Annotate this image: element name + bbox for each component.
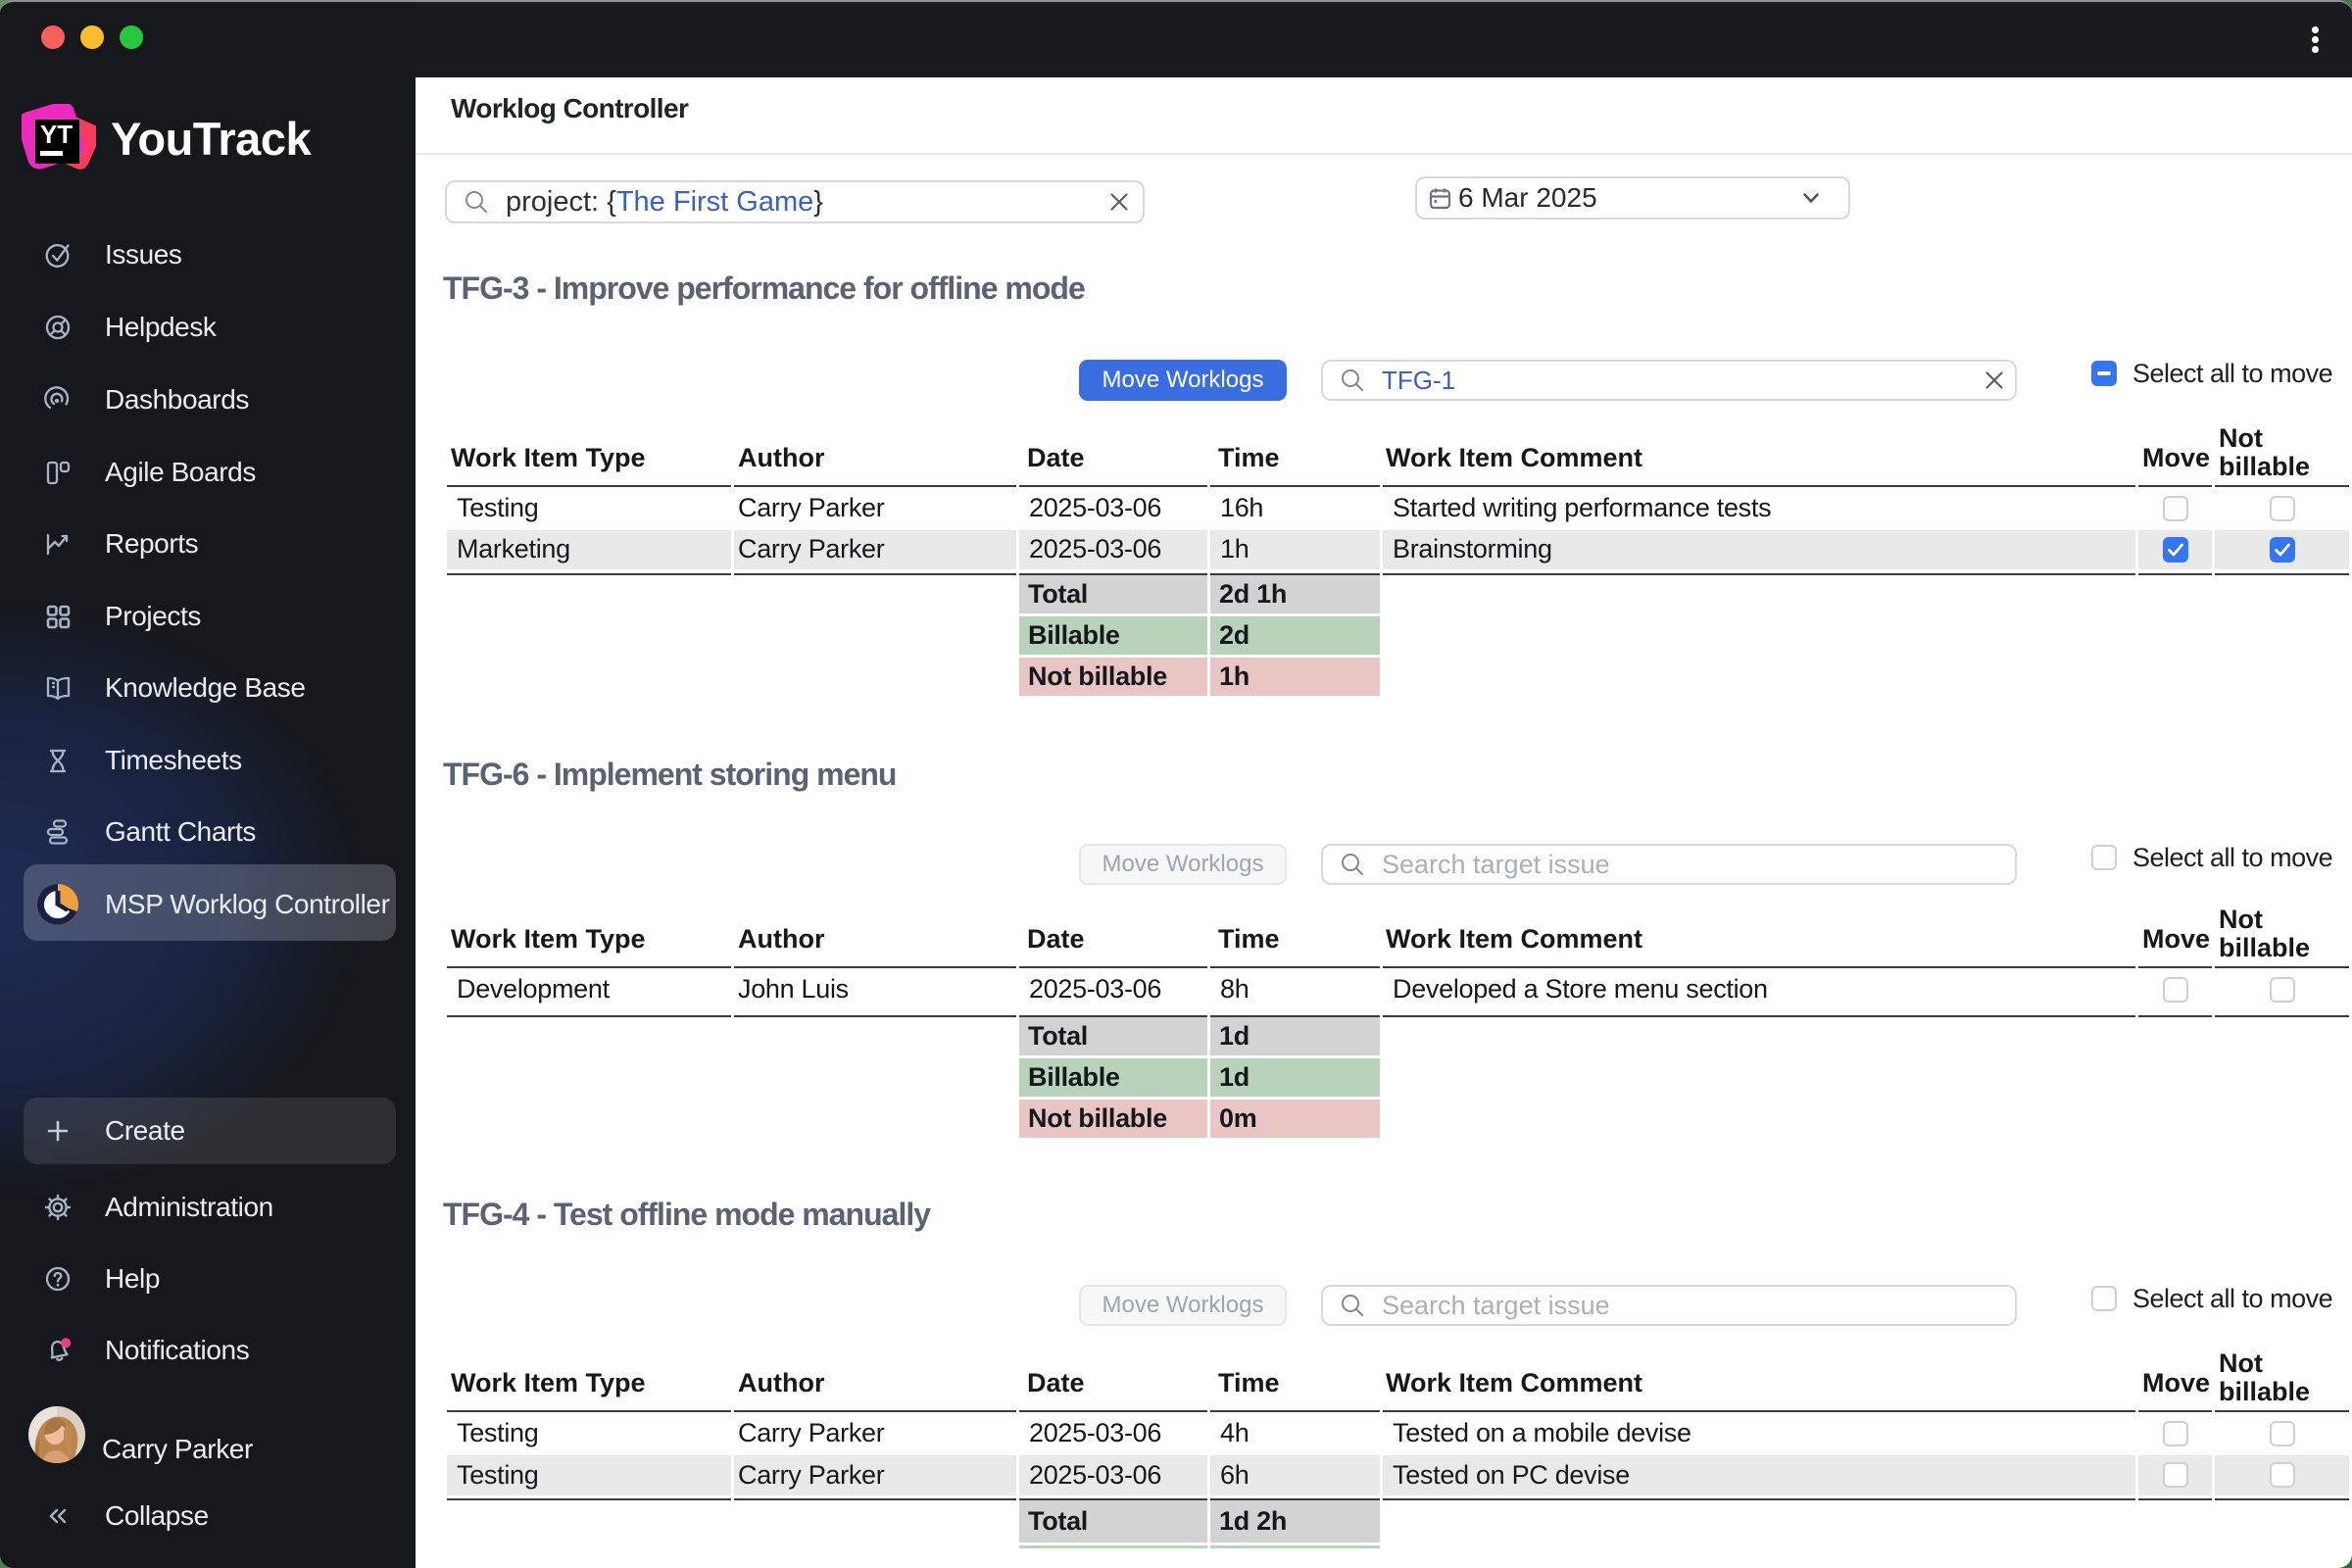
svg-text:YT: YT bbox=[40, 120, 73, 149]
